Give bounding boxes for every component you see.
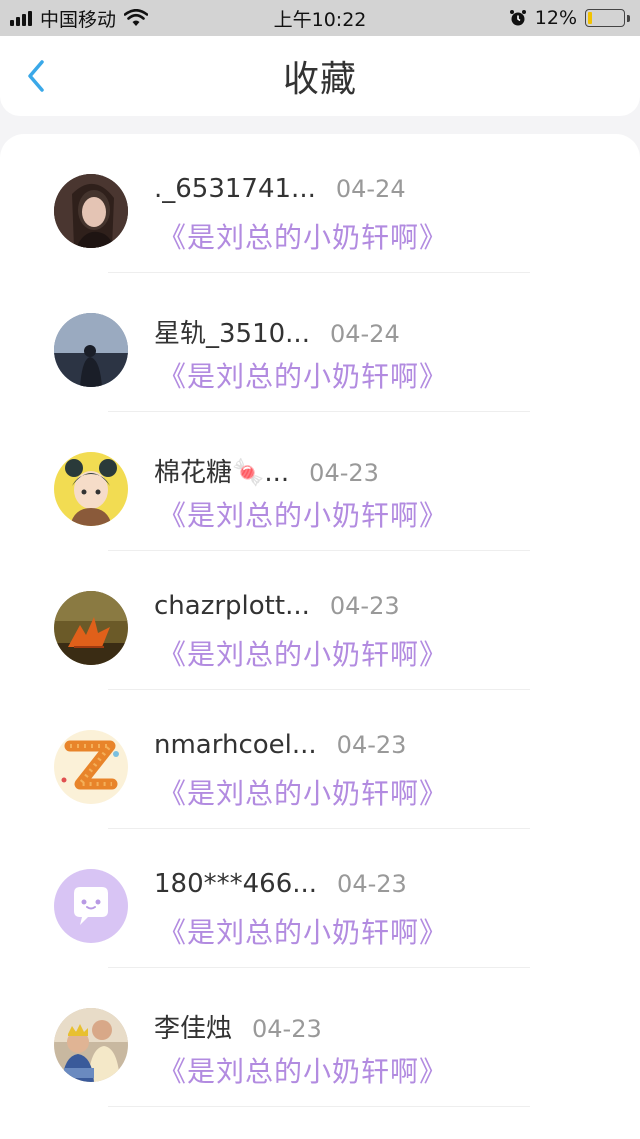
user-name: nmarhcoel... xyxy=(154,730,317,760)
favorites-list: ._6531741... 04-24 《是刘总的小奶轩啊》 星轨_3510...… xyxy=(0,134,640,1139)
item-header: 星轨_3510... 04-24 xyxy=(154,313,400,350)
avatar[interactable] xyxy=(54,452,128,526)
item-header: chazrplott... 04-23 xyxy=(154,591,400,621)
item-header: 180***466... 04-23 xyxy=(154,869,407,899)
user-name: 棉花糖🍬... xyxy=(154,458,290,488)
list-item[interactable]: 星轨_3510... 04-24 《是刘总的小奶轩啊》 xyxy=(0,273,640,412)
item-title[interactable]: 《是刘总的小奶轩啊》 xyxy=(158,911,448,951)
avatar[interactable] xyxy=(54,730,128,804)
user-name: 180***466... xyxy=(154,869,318,899)
item-header: 李佳烛 04-23 xyxy=(154,1008,322,1045)
user-name: 李佳烛 xyxy=(154,1014,233,1044)
item-header: ._6531741... 04-24 xyxy=(154,174,406,204)
avatar-default-chat-icon xyxy=(54,869,128,943)
status-right: 12% xyxy=(509,7,630,29)
page-title: 收藏 xyxy=(282,59,357,100)
list-item[interactable]: nmarhcoel... 04-23 《是刘总的小奶轩啊》 xyxy=(0,690,640,829)
divider xyxy=(108,1106,530,1107)
avatar[interactable] xyxy=(54,1008,128,1082)
item-date: 04-23 xyxy=(329,592,400,620)
carrier-label: 中国移动 xyxy=(40,8,117,31)
back-button[interactable] xyxy=(18,58,54,94)
avatar[interactable] xyxy=(54,174,128,248)
item-date: 04-23 xyxy=(336,731,407,759)
list-item[interactable]: 180***466... 04-23 《是刘总的小奶轩啊》 xyxy=(0,829,640,968)
item-title[interactable]: 《是刘总的小奶轩啊》 xyxy=(158,216,448,256)
list-item[interactable]: 棉花糖🍬... 04-23 《是刘总的小奶轩啊》 xyxy=(0,412,640,551)
alarm-icon xyxy=(509,10,526,26)
item-date: 04-24 xyxy=(329,320,400,348)
avatar-window-silhouette-icon xyxy=(54,313,128,387)
item-title[interactable]: 《是刘总的小奶轩啊》 xyxy=(158,1050,448,1090)
user-name: ._6531741... xyxy=(154,174,316,204)
avatar-letter-z-icon xyxy=(54,730,128,804)
item-title[interactable]: 《是刘总的小奶轩啊》 xyxy=(158,494,448,534)
item-title[interactable]: 《是刘总的小奶轩啊》 xyxy=(158,633,448,673)
battery-icon xyxy=(585,9,630,27)
avatar[interactable] xyxy=(54,591,128,665)
avatar-dark-portrait-icon xyxy=(54,174,128,248)
list-item[interactable]: ._6531741... 04-24 《是刘总的小奶轩啊》 xyxy=(0,134,640,273)
chevron-left-icon xyxy=(28,60,44,92)
user-name: chazrplott... xyxy=(154,591,310,621)
item-title[interactable]: 《是刘总的小奶轩啊》 xyxy=(158,772,448,812)
list-item[interactable]: 李佳烛 04-23 《是刘总的小奶轩啊》 xyxy=(0,968,640,1107)
avatar-autumn-leaf-icon xyxy=(54,591,128,665)
item-date: 04-23 xyxy=(337,870,407,898)
avatar-child-photo-icon xyxy=(54,1008,128,1082)
avatar[interactable] xyxy=(54,313,128,387)
item-header: nmarhcoel... 04-23 xyxy=(154,730,406,760)
item-date: 04-23 xyxy=(309,459,379,487)
item-date: 04-24 xyxy=(335,175,406,203)
status-bar: 中国移动 上午10:22 12% xyxy=(0,0,640,36)
user-name: 星轨_3510... xyxy=(154,319,310,349)
status-left: 中国移动 xyxy=(10,5,149,32)
item-title[interactable]: 《是刘总的小奶轩啊》 xyxy=(158,355,448,395)
item-header: 棉花糖🍬... 04-23 xyxy=(154,452,379,489)
list-item[interactable]: chazrplott... 04-23 《是刘总的小奶轩啊》 xyxy=(0,551,640,690)
item-date: 04-23 xyxy=(252,1015,322,1043)
avatar-cartoon-girl-icon xyxy=(54,452,128,526)
wifi-icon xyxy=(124,9,149,26)
avatar[interactable] xyxy=(54,869,128,943)
signal-icon xyxy=(10,10,32,26)
battery-percent: 12% xyxy=(534,7,577,29)
nav-header: 收藏 xyxy=(0,36,640,116)
